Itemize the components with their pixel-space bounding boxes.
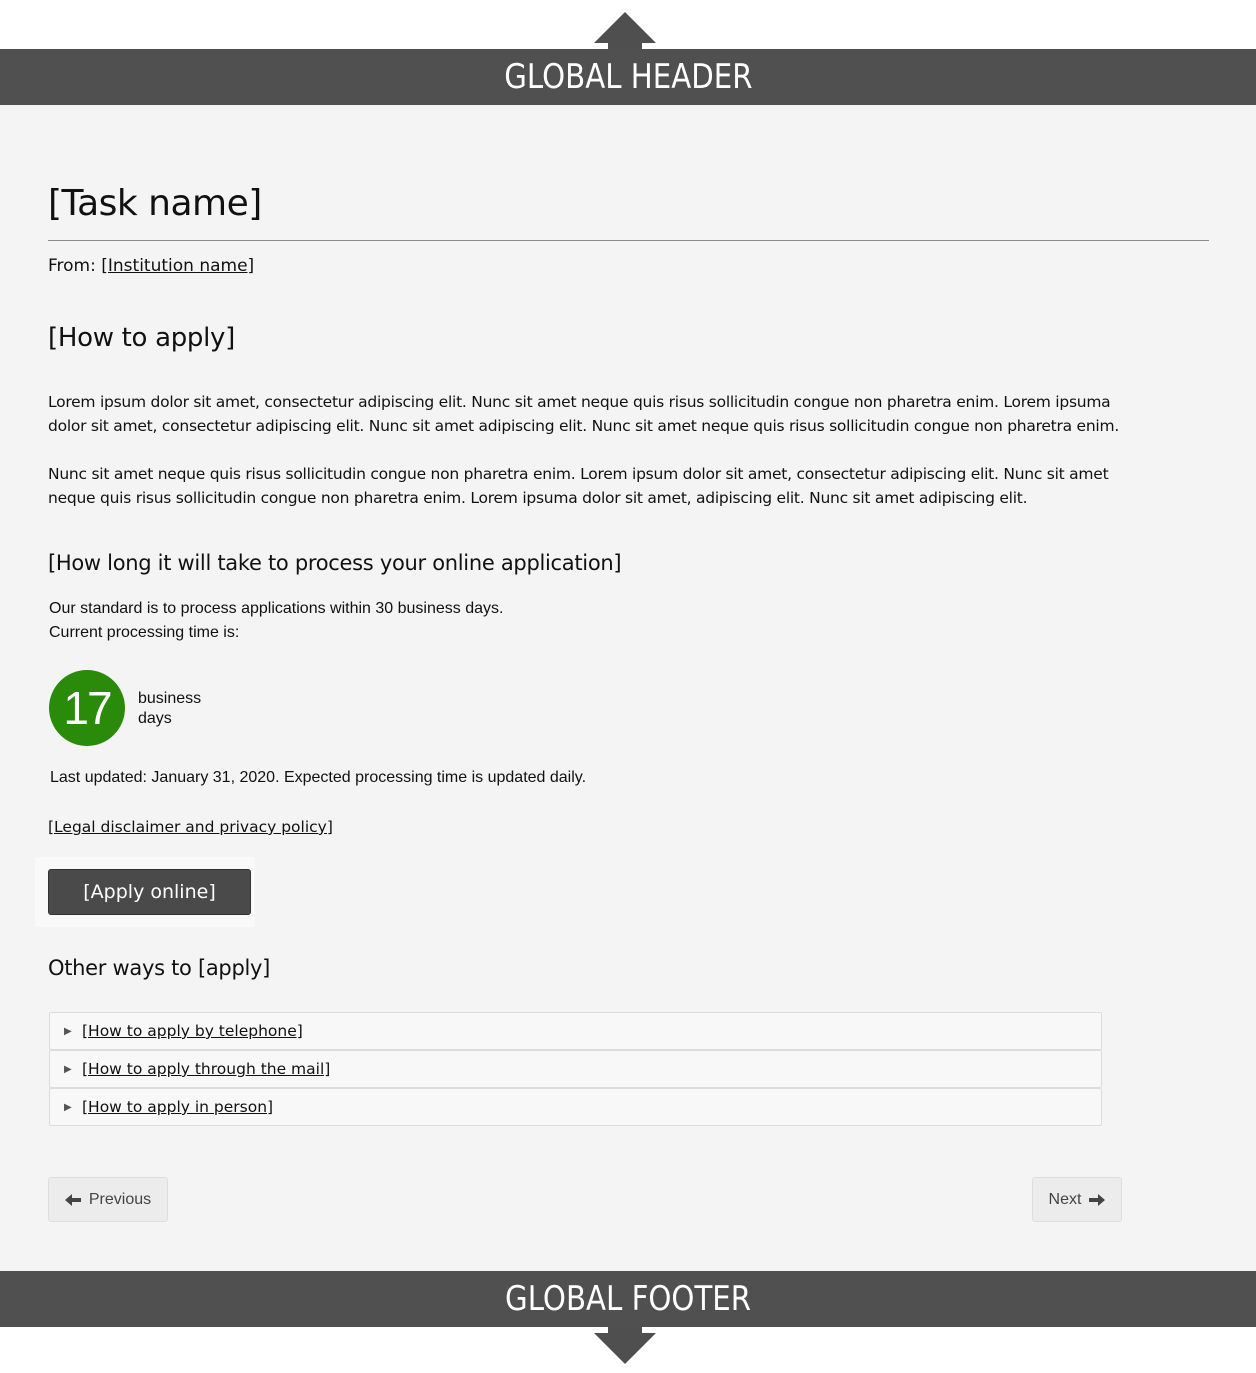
processing-days-badge: 17 — [49, 670, 125, 746]
previous-button[interactable]: Previous — [48, 1177, 168, 1222]
accordion-item-mail[interactable]: ▶ [How to apply through the mail] — [49, 1050, 1102, 1088]
from-line: From: [Institution name] — [48, 256, 254, 276]
legal-disclaimer-link[interactable]: [Legal disclaimer and privacy policy] — [48, 818, 333, 836]
accordion-item-telephone[interactable]: ▶ [How to apply by telephone] — [49, 1012, 1102, 1050]
other-ways-accordion: ▶ [How to apply by telephone] ▶ [How to … — [49, 1012, 1102, 1126]
how-to-apply-heading: [How to apply] — [48, 323, 235, 353]
accordion-link[interactable]: [How to apply through the mail] — [82, 1060, 330, 1078]
legal-line: [Legal disclaimer and privacy policy] — [48, 818, 333, 836]
other-ways-heading: Other ways to [apply] — [48, 956, 271, 980]
arrow-up-icon — [594, 12, 656, 49]
processing-days-unit: business days — [138, 689, 201, 729]
processing-standard: Our standard is to process applications … — [49, 597, 503, 645]
days-unit-line2: days — [138, 710, 172, 727]
from-label: From: — [48, 256, 96, 276]
accordion-item-in-person[interactable]: ▶ [How to apply in person] — [49, 1088, 1102, 1126]
accordion-link[interactable]: [How to apply by telephone] — [82, 1022, 303, 1040]
how-to-apply-paragraph-2: Nunc sit amet neque quis risus sollicitu… — [48, 465, 1109, 507]
caret-right-icon: ▶ — [64, 1101, 72, 1113]
global-header: GLOBAL HEADER — [0, 49, 1256, 105]
previous-label: Previous — [88, 1190, 152, 1208]
caret-right-icon: ▶ — [64, 1025, 72, 1037]
apply-online-button[interactable]: [Apply online] — [48, 869, 251, 915]
global-footer: GLOBAL FOOTER — [0, 1271, 1256, 1327]
institution-link[interactable]: [Institution name] — [101, 256, 254, 276]
next-label: Next — [1048, 1190, 1082, 1208]
how-to-apply-paragraph-1: Lorem ipsum dolor sit amet, consectetur … — [48, 393, 1119, 435]
standard-text: Our standard is to process applications … — [49, 600, 504, 617]
page-title: [Task name] — [48, 183, 262, 224]
next-button[interactable]: Next — [1032, 1177, 1122, 1222]
main-content: [Task name] From: [Institution name] [Ho… — [0, 105, 1256, 1271]
days-unit-line1: business — [138, 690, 202, 707]
title-divider — [48, 240, 1209, 241]
last-updated-text: Last updated: January 31, 2020. Expected… — [50, 769, 587, 786]
arrow-down-icon — [594, 1327, 656, 1364]
arrow-left-icon — [64, 1193, 81, 1206]
global-header-label: GLOBAL HEADER — [503, 57, 753, 97]
arrow-right-icon — [1089, 1193, 1106, 1206]
processing-heading: [How long it will take to process your o… — [48, 551, 622, 575]
global-footer-label: GLOBAL FOOTER — [504, 1279, 752, 1319]
caret-right-icon: ▶ — [64, 1063, 72, 1075]
current-processing-label: Current processing time is: — [49, 624, 240, 641]
accordion-link[interactable]: [How to apply in person] — [82, 1098, 273, 1116]
